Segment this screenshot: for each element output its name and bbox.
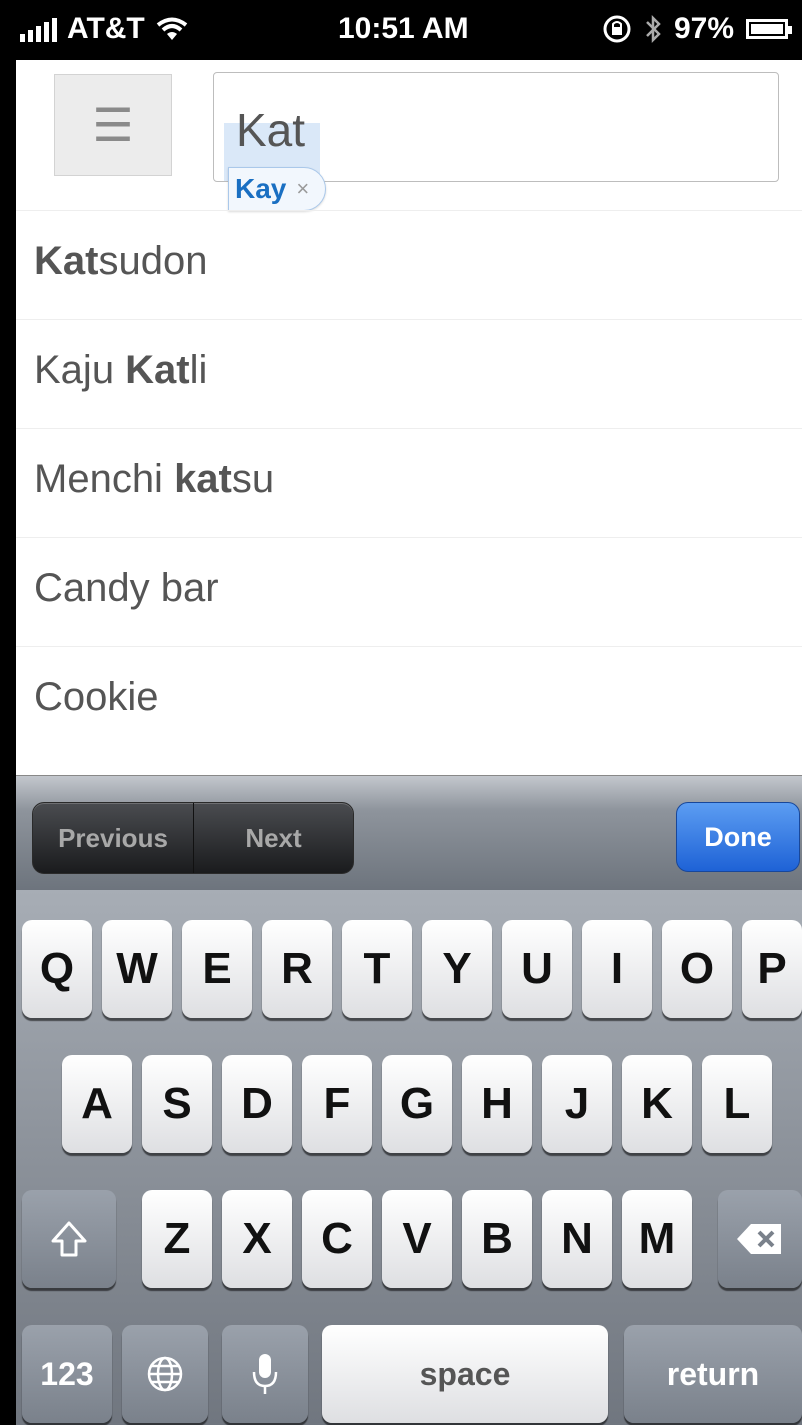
shift-key[interactable] bbox=[22, 1190, 116, 1288]
key-a[interactable]: A bbox=[62, 1055, 132, 1153]
key-o[interactable]: O bbox=[662, 920, 732, 1018]
suggestion-rest: sudon bbox=[98, 239, 208, 283]
suggestion-label: Cookie bbox=[34, 675, 159, 719]
previous-button[interactable]: Previous bbox=[33, 803, 194, 873]
shift-arrow-icon bbox=[51, 1221, 87, 1257]
suggestion-item[interactable]: Menchi katsu bbox=[16, 428, 802, 537]
search-input-value: Kat bbox=[236, 104, 306, 156]
prev-next-control: Previous Next bbox=[32, 802, 354, 874]
autocorrect-suggestion-label: Kay bbox=[235, 173, 287, 204]
suggestion-label: Kaju Katli bbox=[34, 348, 207, 393]
suggestion-list: Katsudon Kaju Katli Menchi katsu Candy b… bbox=[16, 210, 802, 755]
hamburger-icon: ☰ bbox=[92, 99, 134, 151]
key-v[interactable]: V bbox=[382, 1190, 452, 1288]
key-y[interactable]: Y bbox=[422, 920, 492, 1018]
key-x[interactable]: X bbox=[222, 1190, 292, 1288]
menu-button[interactable]: ☰ bbox=[54, 74, 172, 176]
key-z[interactable]: Z bbox=[142, 1190, 212, 1288]
numbers-key[interactable]: 123 bbox=[22, 1325, 112, 1423]
suggestion-item[interactable]: Katsudon bbox=[16, 210, 802, 319]
status-right-group: 97% bbox=[602, 12, 792, 46]
backspace-key[interactable] bbox=[718, 1190, 802, 1288]
globe-key[interactable] bbox=[122, 1325, 208, 1423]
key-j[interactable]: J bbox=[542, 1055, 612, 1153]
bluetooth-icon bbox=[646, 14, 661, 44]
space-key[interactable]: space bbox=[322, 1325, 608, 1423]
key-p[interactable]: P bbox=[742, 920, 802, 1018]
suggestion-label: Menchi katsu bbox=[34, 457, 274, 502]
key-e[interactable]: E bbox=[182, 920, 252, 1018]
key-q[interactable]: Q bbox=[22, 920, 92, 1018]
search-input[interactable]: Kat bbox=[213, 72, 779, 182]
suggestion-item[interactable]: Cookie bbox=[16, 646, 802, 755]
suggestion-prefix: Kaju bbox=[34, 348, 126, 392]
key-d[interactable]: D bbox=[222, 1055, 292, 1153]
key-h[interactable]: H bbox=[462, 1055, 532, 1153]
suggestion-item[interactable]: Kaju Katli bbox=[16, 319, 802, 428]
key-g[interactable]: G bbox=[382, 1055, 452, 1153]
globe-icon bbox=[147, 1356, 183, 1392]
suggestion-match: Kat bbox=[125, 348, 190, 392]
keyboard: Q W E R T Y U I O P A S D F G H J K L Z … bbox=[16, 890, 802, 1425]
key-s[interactable]: S bbox=[142, 1055, 212, 1153]
backspace-icon bbox=[737, 1224, 781, 1254]
dictation-key[interactable] bbox=[222, 1325, 308, 1423]
wifi-icon bbox=[156, 17, 188, 40]
done-button[interactable]: Done bbox=[676, 802, 800, 872]
signal-strength-icon bbox=[20, 16, 57, 42]
suggestion-label: Candy bar bbox=[34, 566, 219, 610]
key-b[interactable]: B bbox=[462, 1190, 532, 1288]
keyboard-accessory-bar: Previous Next Done bbox=[16, 775, 802, 890]
battery-percent: 97% bbox=[673, 12, 734, 45]
key-i[interactable]: I bbox=[582, 920, 652, 1018]
key-w[interactable]: W bbox=[102, 920, 172, 1018]
rotation-lock-icon bbox=[603, 15, 631, 43]
key-l[interactable]: L bbox=[702, 1055, 772, 1153]
key-c[interactable]: C bbox=[302, 1190, 372, 1288]
key-r[interactable]: R bbox=[262, 920, 332, 1018]
key-f[interactable]: F bbox=[302, 1055, 372, 1153]
suggestion-item[interactable]: Candy bar bbox=[16, 537, 802, 646]
return-key[interactable]: return bbox=[624, 1325, 802, 1423]
suggestion-rest: su bbox=[231, 457, 275, 501]
app-content: ☰ Kat Kay × Katsudon Kaju Katli Menchi k… bbox=[16, 60, 802, 775]
suggestion-prefix: Menchi bbox=[34, 457, 175, 501]
autocorrect-suggestion[interactable]: Kay × bbox=[228, 167, 327, 211]
key-m[interactable]: M bbox=[622, 1190, 692, 1288]
battery-icon bbox=[746, 19, 792, 39]
microphone-icon bbox=[252, 1354, 278, 1394]
suggestion-match: kat bbox=[174, 457, 232, 501]
key-k[interactable]: K bbox=[622, 1055, 692, 1153]
status-bar: AT&T 10:51 AM 97% bbox=[0, 0, 802, 60]
suggestion-label: Katsudon bbox=[34, 239, 207, 284]
close-icon[interactable]: × bbox=[296, 176, 309, 202]
key-u[interactable]: U bbox=[502, 920, 572, 1018]
clock: 10:51 AM bbox=[338, 12, 469, 45]
key-n[interactable]: N bbox=[542, 1190, 612, 1288]
key-t[interactable]: T bbox=[342, 920, 412, 1018]
suggestion-rest: li bbox=[189, 348, 208, 392]
carrier-group: AT&T bbox=[20, 12, 189, 46]
suggestion-match: Kat bbox=[34, 239, 99, 283]
next-button[interactable]: Next bbox=[194, 803, 353, 873]
carrier-label: AT&T bbox=[67, 12, 145, 45]
